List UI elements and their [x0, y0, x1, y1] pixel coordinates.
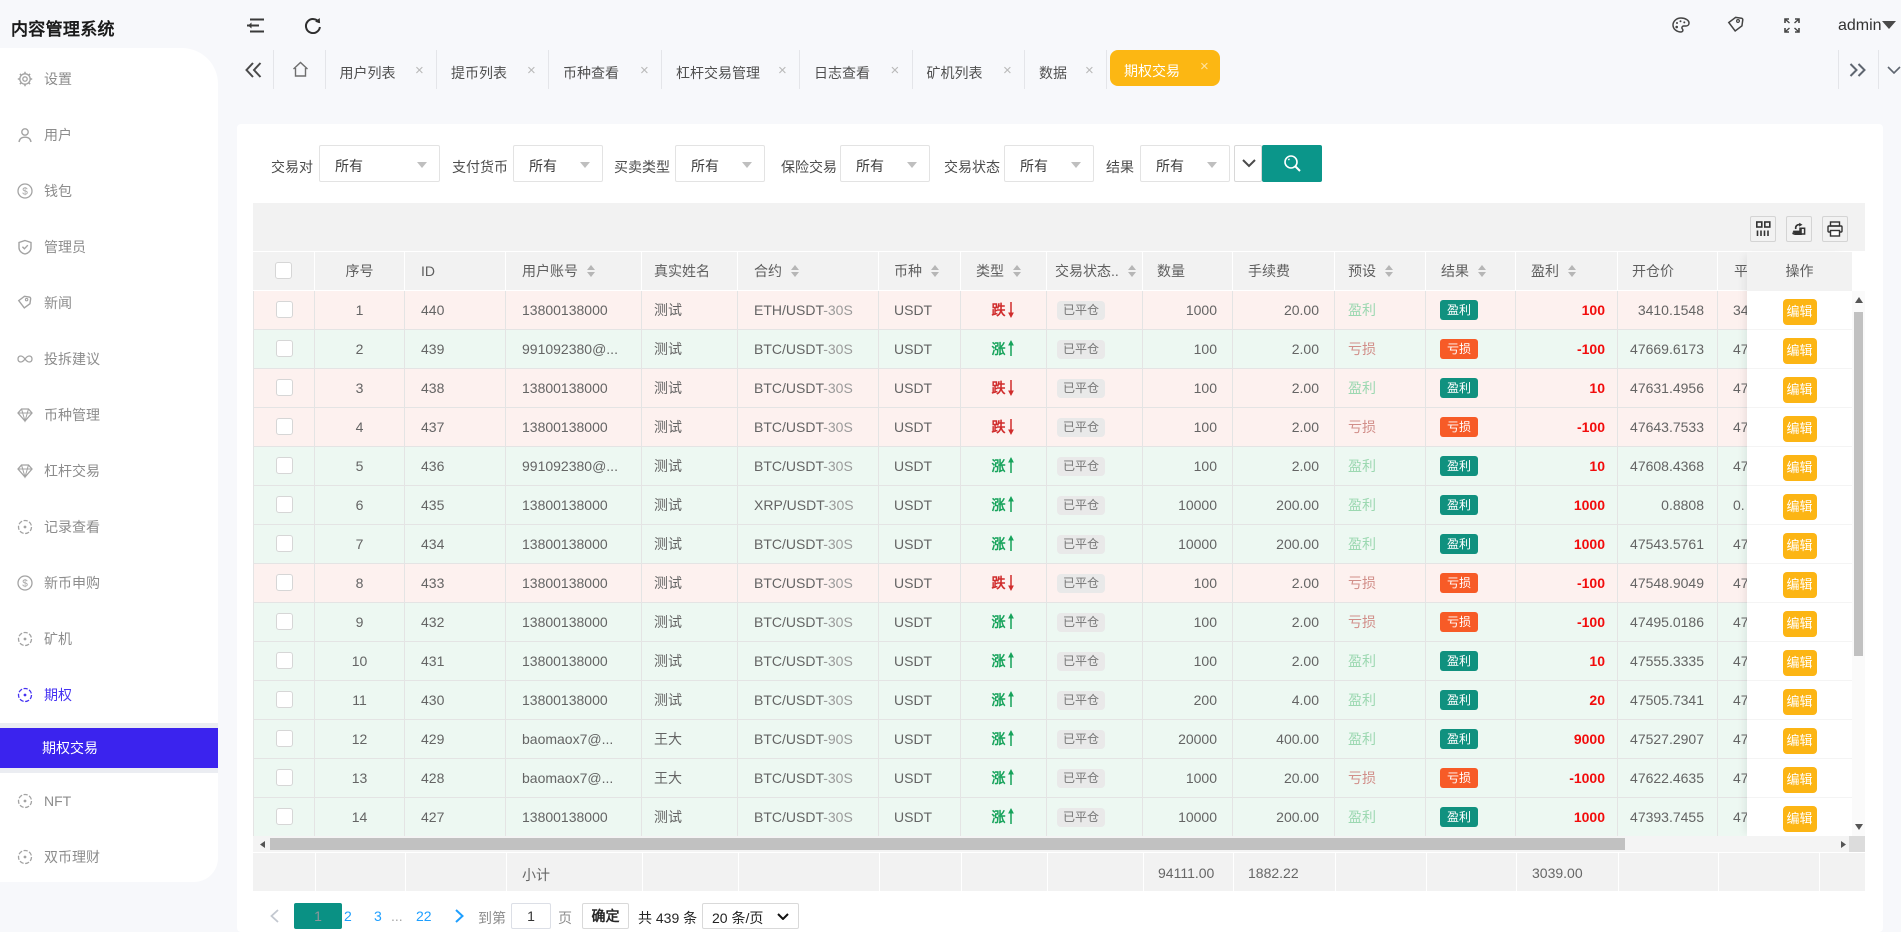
- svg-text:$: $: [22, 186, 28, 197]
- svg-text:$: $: [22, 578, 28, 589]
